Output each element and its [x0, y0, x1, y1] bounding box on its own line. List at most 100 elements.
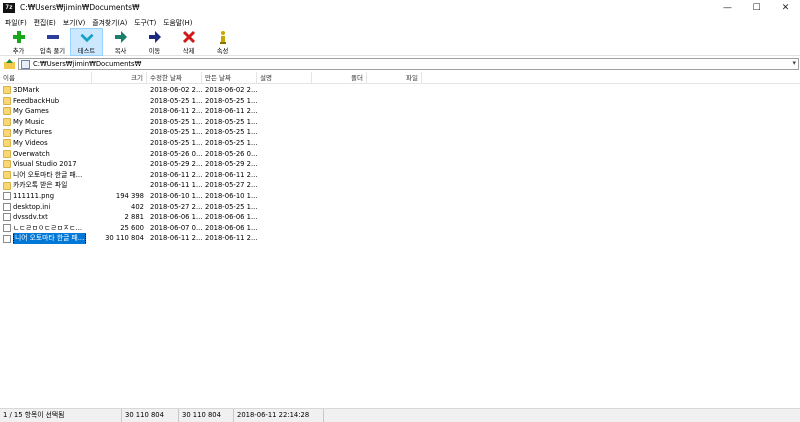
add-button[interactable]: 추가 — [2, 28, 35, 56]
move-button[interactable]: 이동 — [138, 28, 171, 56]
title-bar: 7z C:₩Users₩jimin₩Documents₩ — ☐ ✕ — [0, 0, 800, 15]
item-name-cell: FeedbackHub — [0, 96, 92, 107]
item-modified: 2018-06-11 2... — [150, 107, 202, 116]
info-icon — [219, 31, 226, 44]
folder-icon — [3, 128, 11, 137]
item-name-cell: 니어 오토마타 한글 패... — [0, 233, 92, 244]
extract-label: 압축 풀기 — [39, 48, 66, 55]
menu-favorites[interactable]: 즐겨찾기(A) — [90, 17, 132, 27]
status-selection: 1 / 15 항목이 선택됨 — [0, 409, 122, 422]
item-name: My Pictures — [13, 128, 52, 137]
folder-icon — [3, 139, 11, 148]
column-comment[interactable]: 설명 — [257, 72, 312, 84]
check-chevron-icon — [79, 33, 94, 43]
item-created: 2018-05-25 1... — [205, 128, 257, 137]
status-bar: 1 / 15 항목이 선택됨 30 110 804 30 110 804 201… — [0, 408, 800, 422]
move-arrow-icon — [148, 31, 161, 43]
list-item[interactable]: 니어 오토마타 한글 패... 2018-06-11 2... 2018-06-11… — [0, 170, 800, 181]
menu-file[interactable]: 파일(F) — [3, 17, 32, 27]
item-size — [92, 85, 147, 96]
item-created: 2018-06-11 2... — [205, 107, 257, 116]
list-item[interactable]: desktop.ini 402 2018-05-27 2... 2018-05-25 … — [0, 202, 800, 213]
list-item[interactable]: 111111.png 194 398 2018-06-10 1... 2018-06-… — [0, 191, 800, 202]
column-modified[interactable]: 수정한 날짜 — [147, 72, 202, 84]
column-created[interactable]: 만든 날짜 — [202, 72, 257, 84]
address-field[interactable]: C:₩Users₩jimin₩Documents₩ ▾ — [18, 58, 799, 70]
add-label: 추가 — [12, 48, 25, 55]
item-modified: 2018-06-07 0... — [150, 223, 202, 232]
list-item[interactable]: 카카오톡 받은 파일 2018-06-11 1... 2018-05-27 2... — [0, 180, 800, 191]
item-name: 111111.png — [13, 191, 55, 200]
folder-icon — [3, 171, 11, 180]
column-folders[interactable]: 폴더 — [312, 72, 367, 84]
copy-button[interactable]: 복사 — [104, 28, 137, 56]
list-item[interactable]: dvssdv.txt 2 881 2018-06-06 1... 2018-06-06… — [0, 212, 800, 223]
folder-icon — [3, 118, 11, 127]
item-modified: 2018-05-25 1... — [150, 96, 202, 105]
item-modified: 2018-06-11 1... — [150, 181, 202, 190]
item-size: 30 110 804 — [105, 234, 144, 243]
list-item[interactable]: ㄴㄷㄹㅁㅇㄷㄹㅁㅈㄷ... 25 600 2018-06-07 0... 2018-0… — [0, 223, 800, 234]
column-name[interactable]: 이름 — [0, 72, 92, 84]
item-size — [92, 106, 147, 117]
item-size — [92, 149, 147, 160]
status-size: 30 110 804 — [122, 409, 179, 422]
minimize-button[interactable]: — — [713, 0, 742, 15]
list-item[interactable]: 3DMark 2018-06-02 2... 2018-06-02 2... — [0, 85, 800, 96]
app-logo-icon: 7z — [3, 2, 15, 13]
item-name: 3DMark — [13, 86, 40, 94]
menu-edit[interactable]: 편집(E) — [32, 17, 61, 27]
item-created: 2018-06-10 1... — [205, 191, 257, 200]
column-size[interactable]: 크기 — [92, 72, 147, 84]
item-name-cell: ㄴㄷㄹㅁㅇㄷㄹㅁㅈㄷ... — [0, 223, 92, 234]
item-modified: 2018-06-10 1... — [150, 191, 202, 200]
delete-button[interactable]: 삭제 — [172, 28, 205, 56]
list-item[interactable]: My Music 2018-05-25 1... 2018-05-25 1... — [0, 117, 800, 128]
item-modified: 2018-06-02 2... — [150, 86, 202, 94]
test-button[interactable]: 테스트 — [70, 28, 103, 56]
list-item[interactable]: FeedbackHub 2018-05-25 1... 2018-05-25 1..… — [0, 96, 800, 107]
copy-arrow-icon — [114, 31, 127, 43]
menu-help[interactable]: 도움말(H) — [161, 17, 197, 27]
item-name: Visual Studio 2017 — [13, 160, 77, 169]
folder-icon — [3, 160, 11, 169]
item-size: 25 600 — [120, 223, 144, 232]
item-modified: 2018-06-06 1... — [150, 213, 202, 222]
item-name: FeedbackHub — [13, 96, 60, 105]
file-list: 3DMark 2018-06-02 2... 2018-06-02 2... Feed… — [0, 85, 800, 408]
list-item[interactable]: Overwatch 2018-05-26 0... 2018-05-26 0... — [0, 149, 800, 160]
file-icon — [3, 213, 11, 222]
folder-icon — [3, 181, 11, 190]
maximize-button[interactable]: ☐ — [742, 0, 771, 15]
status-packed: 30 110 804 — [179, 409, 234, 422]
menu-view[interactable]: 보기(V) — [61, 17, 90, 27]
list-item[interactable]: My Pictures 2018-05-25 1... 2018-05-25 1..… — [0, 127, 800, 138]
list-item[interactable]: Visual Studio 2017 2018-05-29 2... 2018-05… — [0, 159, 800, 170]
toolbar: 추가 압축 풀기 테스트 복사 이동 삭제 속성 — [0, 28, 800, 56]
list-item[interactable]: 니어 오토마타 한글 패... 30 110 804 2018-06-11 2...… — [0, 233, 800, 244]
go-up-button[interactable] — [2, 58, 16, 70]
item-modified: 2018-05-27 2... — [150, 202, 202, 211]
test-label: 테스트 — [77, 48, 96, 55]
item-modified: 2018-05-25 1... — [150, 138, 202, 147]
item-created: 2018-06-02 2... — [205, 86, 257, 94]
column-header: 이름 크기 수정한 날짜 만든 날짜 설명 폴더 파일 — [0, 72, 800, 84]
properties-button[interactable]: 속성 — [206, 28, 239, 56]
folder-up-icon — [3, 59, 15, 69]
list-item[interactable]: My Games 2018-06-11 2... 2018-06-11 2... — [0, 106, 800, 117]
list-item[interactable]: My Videos 2018-05-25 1... 2018-05-25 1... — [0, 138, 800, 149]
close-button[interactable]: ✕ — [771, 0, 800, 15]
extract-button[interactable]: 압축 풀기 — [36, 28, 69, 56]
column-files[interactable]: 파일 — [367, 72, 422, 84]
chevron-down-icon[interactable]: ▾ — [792, 59, 796, 67]
folder-icon — [3, 107, 11, 116]
folder-icon — [3, 149, 11, 158]
item-name-cell: My Pictures — [0, 127, 92, 138]
item-name-cell: Overwatch — [0, 149, 92, 160]
item-name-cell: 카카오톡 받은 파일 — [0, 180, 92, 191]
folder-path-icon — [21, 59, 30, 69]
menu-tools[interactable]: 도구(T) — [132, 17, 161, 27]
item-size — [92, 170, 147, 181]
item-size: 402 — [131, 202, 144, 211]
item-created: 2018-05-25 1... — [205, 117, 257, 126]
